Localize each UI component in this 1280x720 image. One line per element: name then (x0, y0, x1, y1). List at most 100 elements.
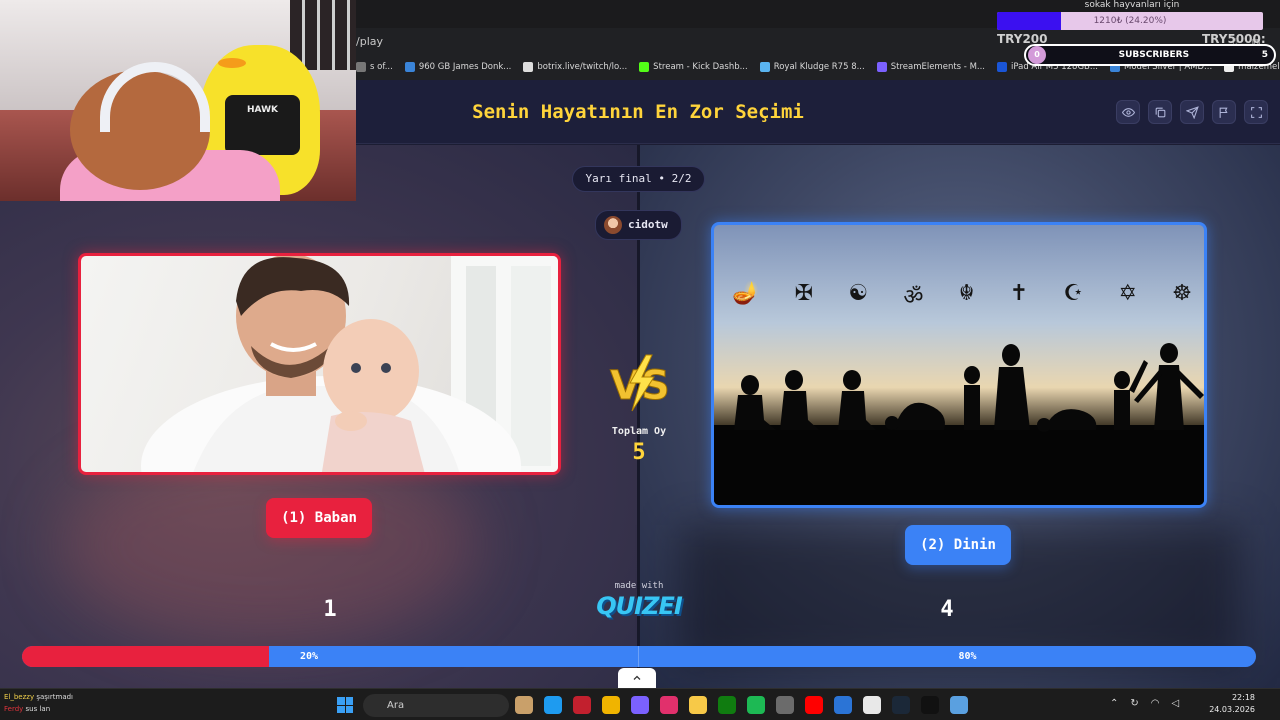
taskbar-app-icon[interactable] (950, 696, 968, 714)
bookmark-item[interactable]: Stream - Kick Dashb... (639, 58, 748, 76)
donation-bar: 1210₺ (24.20%) (997, 12, 1263, 30)
vs-emblem: VS (610, 354, 670, 412)
chat-message: şaşırtmadı (36, 693, 73, 701)
praying-silhouettes (714, 343, 1204, 505)
bookmark-item[interactable]: StreamElements - M... (876, 58, 986, 76)
father-baby-photo (141, 256, 558, 472)
bookmark-favicon-icon (523, 62, 534, 72)
taskbar-app-icon[interactable] (602, 696, 620, 714)
eye-icon (1121, 107, 1135, 117)
brand-logo[interactable]: QUIZEI (592, 592, 686, 620)
plush-shirt: HAWK (225, 95, 300, 155)
chat-user: El_bezzy (4, 693, 35, 701)
chat-line: Ferdy sus lan (4, 703, 73, 715)
subscriber-goal-count: 5 (1261, 50, 1268, 60)
bookmark-label: botrix.live/twitch/lo... (537, 62, 628, 72)
duck-bill (218, 58, 246, 68)
bookmark-label: StreamElements - M... (890, 62, 986, 72)
username: cidotw (628, 218, 668, 231)
subscriber-current: 0 (1028, 46, 1046, 64)
option-left-button[interactable]: (1) Baban (266, 498, 372, 538)
total-votes-value: 5 (632, 440, 646, 465)
bookmark-favicon-icon (404, 62, 415, 72)
chevron-up-icon (633, 675, 641, 680)
option-card-left[interactable] (78, 253, 561, 475)
system-tray: ⌃ ↻ ◠ ◁ (1110, 698, 1179, 709)
chat-line: El_bezzy şaşırtmadı (4, 691, 73, 703)
bookmark-favicon-icon (639, 62, 650, 72)
bookmark-item[interactable]: s of... (356, 58, 393, 76)
taskbar-app-icon[interactable] (776, 696, 794, 714)
taskbar-app-icon[interactable] (544, 696, 562, 714)
user-badge: cidotw (595, 210, 682, 240)
made-with-label: made with (614, 581, 664, 591)
avatar (604, 216, 622, 234)
taskbar-app-icon[interactable] (921, 696, 939, 714)
report-button[interactable] (1212, 100, 1236, 124)
subscriber-goal: 0 SUBSCRIBERS 5 (1024, 44, 1276, 66)
taskbar-app-icon[interactable] (747, 696, 765, 714)
left-vote-count: 1 (323, 597, 337, 622)
refresh-icon[interactable]: ↻ (1130, 698, 1138, 709)
bookmark-favicon-icon (356, 62, 366, 72)
bookmark-label: Stream - Kick Dashb... (653, 62, 748, 72)
vote-progress-bar: 20% 80% (22, 646, 1256, 667)
taskbar-app-icon[interactable] (573, 696, 591, 714)
collapse-button[interactable] (618, 668, 656, 688)
subscriber-label: SUBSCRIBERS (1118, 50, 1190, 60)
volume-icon[interactable]: ◁ (1172, 698, 1180, 709)
webcam-overlay: HAWK (0, 0, 356, 201)
chevron-up-icon[interactable]: ⌃ (1110, 698, 1118, 709)
bookmark-label: s of... (370, 62, 393, 72)
clock-time: 22:18 (1231, 693, 1255, 702)
bookmark-item[interactable]: 960 GB James Donk... (404, 58, 512, 76)
taskbar-app-icon[interactable] (631, 696, 649, 714)
fullscreen-button[interactable] (1244, 100, 1268, 124)
taskbar-app-icon[interactable] (515, 696, 533, 714)
share-button[interactable] (1148, 100, 1172, 124)
bookmark-item[interactable]: botrix.live/twitch/lo... (523, 58, 627, 76)
wifi-icon[interactable]: ◠ (1151, 698, 1160, 709)
bookmark-favicon-icon (876, 62, 887, 72)
send-button[interactable] (1180, 100, 1204, 124)
clock-date: 24.03.2026 (1209, 705, 1255, 714)
share-icon (1155, 107, 1165, 117)
chat-user: Ferdy (4, 705, 24, 713)
bookmark-label: 960 GB James Donk... (418, 62, 512, 72)
taskbar-app-icon[interactable] (805, 696, 823, 714)
bookmark-label: Royal Kludge R75 8... (773, 62, 865, 72)
start-button[interactable] (337, 697, 353, 713)
chat-message: sus lan (25, 705, 51, 713)
bookmark-favicon-icon (997, 62, 1008, 72)
bookmark-item[interactable]: Royal Kludge R75 8... (759, 58, 865, 76)
option-card-right[interactable]: 🪔 ✠ ☯ ॐ ☬ ✝ ☪ ✡ ☸ (711, 222, 1207, 508)
taskbar: El_bezzy şaşırtmadı Ferdy sus lan Ara ⌃ … (0, 688, 1280, 720)
taskbar-app-icon[interactable] (892, 696, 910, 714)
fullscreen-icon (1250, 106, 1262, 118)
taskbar-search[interactable]: Ara (363, 694, 509, 717)
bookmark-favicon-icon (759, 62, 770, 72)
donation-amount: 1210₺ (24.20%) (1093, 16, 1167, 26)
taskbar-app-icon[interactable] (863, 696, 881, 714)
stream-chat: El_bezzy şaşırtmadı Ferdy sus lan (4, 691, 73, 715)
quiz-stage: Yarı final • 2/2 cidotw 🪔 ✠ ☯ ॐ ☬ ✝ ☪ ✡ … (0, 145, 1280, 688)
taskbar-app-icon[interactable] (718, 696, 736, 714)
screen: /play s of... 960 GB James Donk... botrix.… (0, 0, 1280, 720)
send-icon (1185, 105, 1199, 119)
taskbar-apps (515, 696, 968, 714)
right-vote-count: 4 (940, 597, 954, 622)
option-right-button[interactable]: (2) Dinin (905, 525, 1011, 565)
left-percent: 20% (299, 651, 319, 662)
right-percent: 80% (958, 651, 977, 662)
donation-goal: sokak hayvanları için 1210₺ (24.20%) (997, 0, 1267, 32)
taskbar-app-icon[interactable] (689, 696, 707, 714)
taskbar-app-icon[interactable] (834, 696, 852, 714)
taskbar-app-icon[interactable] (660, 696, 678, 714)
total-votes-label: Toplam Oy (611, 426, 667, 437)
eye-button[interactable] (1116, 100, 1140, 124)
round-indicator: Yarı final • 2/2 (572, 166, 705, 192)
donation-title: sokak hayvanları için (1084, 0, 1180, 10)
header-actions (1116, 100, 1268, 124)
flag-icon (1219, 107, 1228, 118)
clock[interactable]: 22:18 24.03.2026 (1205, 692, 1255, 716)
